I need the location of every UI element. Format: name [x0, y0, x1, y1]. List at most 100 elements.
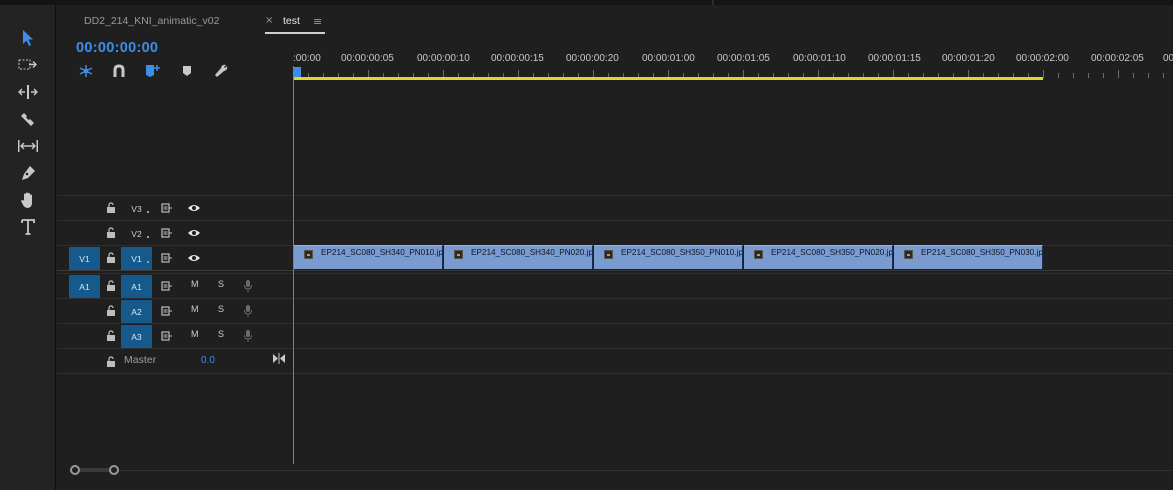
track-divider: [57, 373, 1173, 374]
ruler-label: 00:00:00:10: [417, 53, 470, 64]
ruler-label: 00:00:01:05: [717, 53, 770, 64]
go-to-edit-point-icon[interactable]: [272, 353, 286, 364]
clip-name: EP214_SC080_SH340_PN010.jpg: [321, 248, 443, 257]
snap-linked-icon[interactable]: [77, 63, 95, 79]
mute-button[interactable]: M: [191, 279, 199, 289]
fx-badge-icon: [904, 250, 913, 259]
tools-panel: [0, 5, 56, 490]
ruler-label: 00:0: [1163, 53, 1173, 64]
lock-icon[interactable]: [106, 227, 116, 239]
track-label: V2: [131, 228, 142, 239]
voiceover-mic-icon[interactable]: [243, 279, 253, 293]
source-patch-v1[interactable]: V1: [69, 247, 100, 270]
track-header-a3: A3 M S: [57, 324, 293, 348]
playhead-handle[interactable]: [293, 67, 301, 77]
ruler-label: 00:00:02:05: [1091, 53, 1144, 64]
scroll-track[interactable]: [75, 470, 1173, 471]
pen-tool-icon[interactable]: [14, 160, 42, 186]
tab-dd2-animatic[interactable]: DD2_214_KNI_animatic_v02: [84, 15, 219, 27]
selection-tool-icon[interactable]: [14, 25, 42, 51]
marker-icon[interactable]: [178, 63, 196, 79]
track-name-a3[interactable]: A3: [121, 325, 152, 348]
magnet-icon[interactable]: [110, 63, 128, 79]
razor-tool-icon[interactable]: [14, 106, 42, 132]
ruler-label: 00:00:01:00: [642, 53, 695, 64]
voiceover-mic-icon[interactable]: [243, 329, 253, 343]
hand-tool-icon[interactable]: [14, 187, 42, 213]
sync-lock-icon[interactable]: [161, 306, 173, 316]
sync-lock-icon[interactable]: [161, 228, 173, 238]
track-header-v3: V3: [57, 196, 293, 220]
lock-icon[interactable]: [106, 202, 116, 214]
add-marker-icon[interactable]: [144, 63, 162, 79]
source-patch-a1[interactable]: A1: [69, 275, 100, 298]
mute-button[interactable]: M: [191, 304, 199, 314]
sync-lock-icon[interactable]: [161, 203, 173, 213]
sync-lock-icon[interactable]: [161, 281, 173, 291]
track-name-a2[interactable]: A2: [121, 300, 152, 323]
playhead-line[interactable]: [293, 66, 294, 464]
track-label: V3: [131, 203, 142, 214]
zoom-handle-right[interactable]: [109, 465, 119, 475]
solo-button[interactable]: S: [218, 329, 224, 339]
mute-button[interactable]: M: [191, 329, 199, 339]
ruler-label: 00:00:01:15: [868, 53, 921, 64]
tab-menu-icon[interactable]: ≡: [313, 15, 322, 28]
slip-tool-icon[interactable]: [14, 133, 42, 159]
track-name-v2[interactable]: V2: [121, 222, 152, 245]
sync-lock-icon[interactable]: [161, 331, 173, 341]
master-volume-value[interactable]: 0.0: [201, 355, 215, 366]
lock-icon[interactable]: [106, 280, 116, 292]
track-label: A2: [131, 306, 142, 317]
wrench-icon[interactable]: [212, 63, 230, 79]
toggle-output-eye-icon[interactable]: [187, 253, 201, 263]
sync-lock-icon[interactable]: [161, 253, 173, 263]
clip-name: EP214_SC080_SH350_PN010.jpg: [621, 248, 743, 257]
ruler-label: 00:00:01:20: [942, 53, 995, 64]
ruler-label: 00:00:00:05: [341, 53, 394, 64]
close-tab-icon[interactable]: ×: [265, 15, 273, 26]
solo-button[interactable]: S: [218, 279, 224, 289]
timeline-panel: DD2_214_KNI_animatic_v02 × test ≡ 00:00:…: [0, 0, 1173, 490]
time-ruler[interactable]: :00:00 00:00:00:05 00:00:00:10 00:00:00:…: [293, 40, 1173, 84]
fx-badge-icon: [304, 250, 313, 259]
fx-badge-icon: [754, 250, 763, 259]
clip-name: EP214_SC080_SH350_PN030.jpg: [921, 248, 1043, 257]
solo-button[interactable]: S: [218, 304, 224, 314]
track-label: A1: [131, 281, 142, 292]
tab-test[interactable]: test: [283, 15, 300, 27]
active-tab-indicator: [265, 32, 325, 34]
master-track-label: Master: [124, 354, 157, 366]
zoom-handle-left[interactable]: [70, 465, 80, 475]
lock-icon[interactable]: [106, 252, 116, 264]
track-select-tool-icon[interactable]: [14, 52, 42, 78]
track-label: A3: [131, 331, 142, 342]
lock-icon[interactable]: [106, 330, 116, 342]
lock-icon[interactable]: [106, 356, 116, 368]
clip[interactable]: EP214_SC080_SH350_PN020.jpg: [744, 245, 893, 269]
clip[interactable]: EP214_SC080_SH340_PN010.jpg: [294, 245, 443, 269]
clip[interactable]: EP214_SC080_SH350_PN030.jpg: [894, 245, 1043, 269]
voiceover-mic-icon[interactable]: [243, 304, 253, 318]
type-tool-icon[interactable]: [14, 214, 42, 240]
ruler-label: :00:00: [293, 53, 321, 64]
fx-badge-icon: [604, 250, 613, 259]
clip-name: EP214_SC080_SH350_PN020.jpg: [771, 248, 893, 257]
clip[interactable]: EP214_SC080_SH340_PN020.jpg: [444, 245, 593, 269]
ripple-edit-tool-icon[interactable]: [14, 79, 42, 105]
fx-badge-icon: [454, 250, 463, 259]
track-header-v1: V1 V1: [57, 246, 293, 270]
clip[interactable]: EP214_SC080_SH350_PN010.jpg: [594, 245, 743, 269]
playhead-timecode[interactable]: 00:00:00:00: [76, 40, 158, 56]
track-name-a1[interactable]: A1: [121, 275, 152, 298]
track-name-v1[interactable]: V1: [121, 247, 152, 270]
toggle-output-eye-icon[interactable]: [187, 228, 201, 238]
toggle-output-eye-icon[interactable]: [187, 203, 201, 213]
sequence-area[interactable]: [293, 84, 1173, 464]
work-area-bar[interactable]: [293, 77, 1043, 80]
track-header-a1: A1 A1 M S: [57, 274, 293, 298]
lock-icon[interactable]: [106, 305, 116, 317]
video-audio-divider[interactable]: [57, 270, 1173, 271]
track-name-v3[interactable]: V3: [121, 197, 152, 220]
sequence-tab-bar: DD2_214_KNI_animatic_v02 × test ≡: [57, 5, 1173, 37]
